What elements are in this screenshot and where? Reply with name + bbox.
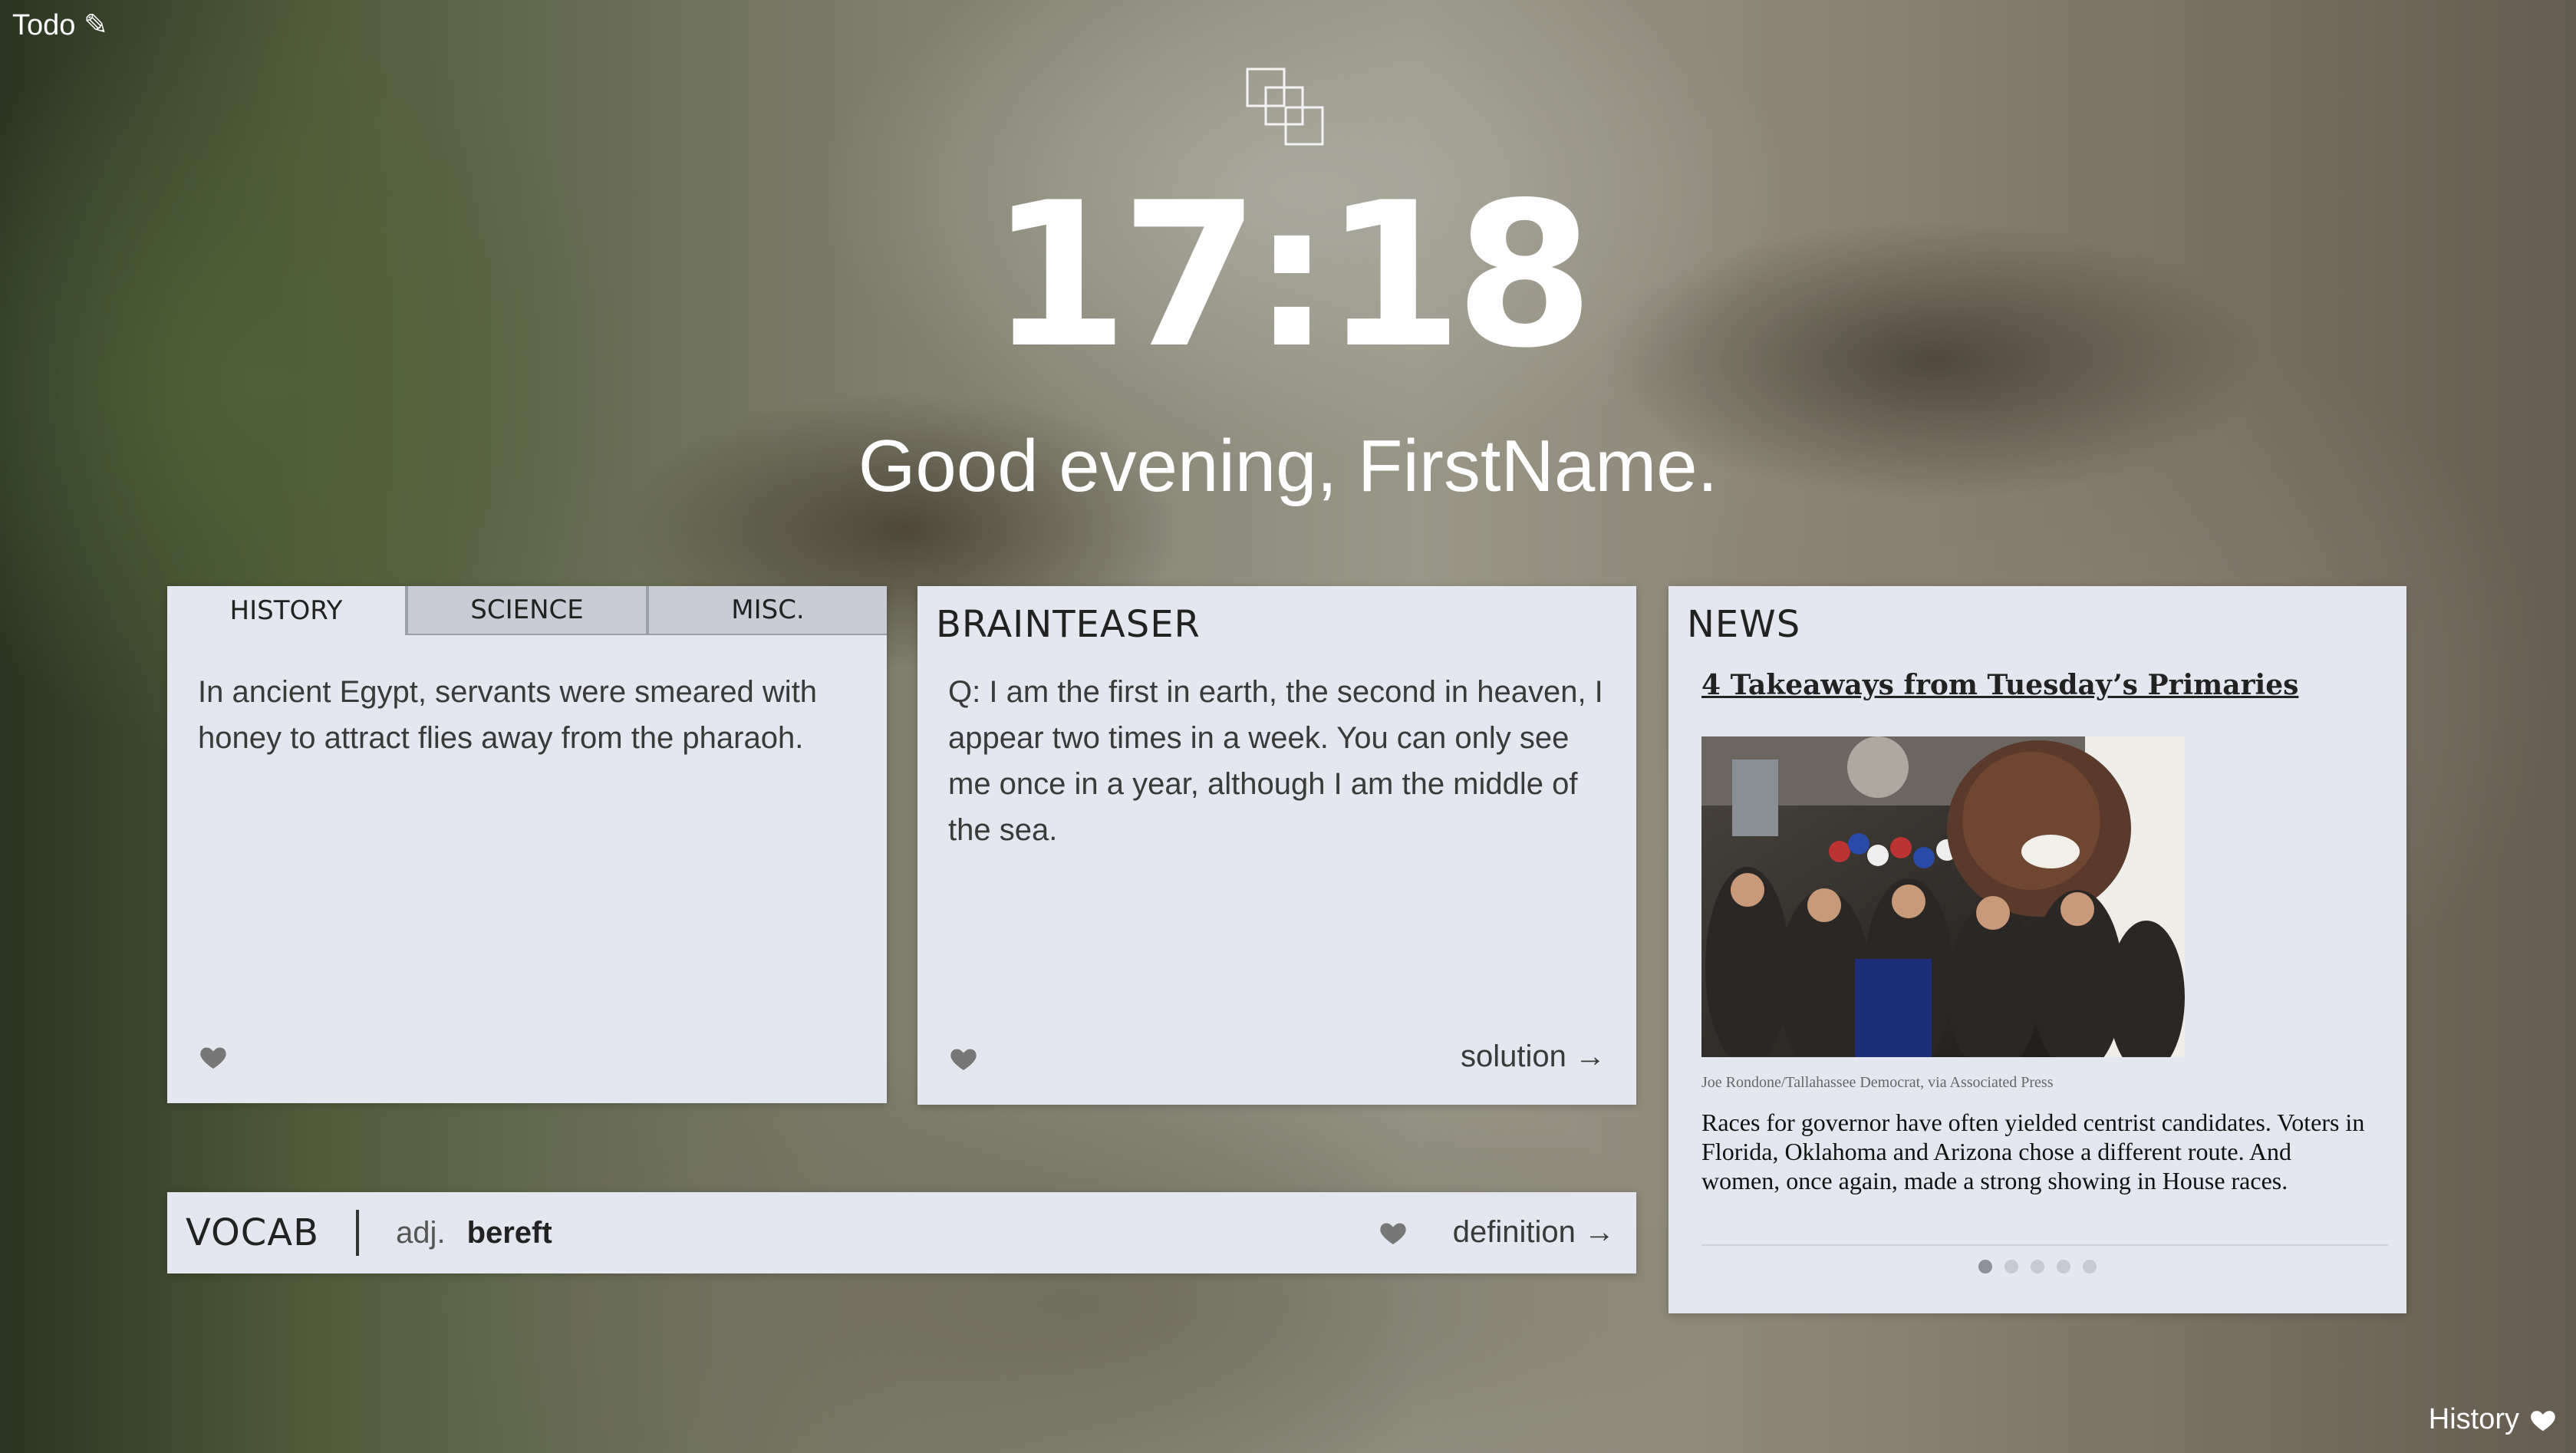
todo-button[interactable]: Todo ✎ <box>12 8 108 42</box>
todo-label: Todo <box>12 9 76 41</box>
heart-icon <box>2531 1410 2555 1431</box>
logo-icon <box>1246 68 1324 146</box>
brainteaser-title: BRAINTEASER <box>936 603 1201 646</box>
news-page-dot[interactable] <box>1978 1260 1992 1273</box>
tab-science[interactable]: SCIENCE <box>405 586 646 635</box>
news-summary: Races for governor have often yielded ce… <box>1701 1109 2365 1194</box>
news-title: NEWS <box>1687 603 1801 646</box>
brainteaser-question: Q: I am the first in earth, the second i… <box>948 675 1603 847</box>
news-photo[interactable] <box>1701 736 2185 1057</box>
solution-button[interactable]: solution → <box>1461 1040 1606 1074</box>
definition-button[interactable]: definition → <box>1453 1215 1615 1250</box>
facts-tabs: HISTORY SCIENCE MISC. <box>167 586 887 635</box>
favorite-brainteaser-heart-icon[interactable] <box>948 1043 979 1074</box>
news-page-dot[interactable] <box>2057 1260 2070 1273</box>
news-headline-link[interactable]: 4 Takeaways from Tuesday’s Primaries <box>1701 669 2298 701</box>
facts-card: HISTORY SCIENCE MISC. In ancient Egypt, … <box>167 586 887 1103</box>
vocab-part-of-speech: adj. <box>396 1215 446 1250</box>
tab-history[interactable]: HISTORY <box>167 586 405 635</box>
news-page-dot[interactable] <box>2083 1260 2097 1273</box>
news-page-dot[interactable] <box>2031 1260 2044 1273</box>
clock-time: 17:18 <box>990 160 1594 392</box>
news-card: NEWS 4 Takeaways from Tuesday’s Primarie… <box>1668 586 2406 1313</box>
favorite-vocab-heart-icon[interactable] <box>1378 1217 1408 1248</box>
news-divider <box>1701 1244 2388 1246</box>
vocab-title: VOCAB <box>186 1211 320 1254</box>
pencil-icon: ✎ <box>83 9 108 41</box>
news-pagination <box>1668 1260 2406 1273</box>
brainteaser-card: BRAINTEASER Q: I am the first in earth, … <box>917 586 1636 1105</box>
fact-text: In ancient Egypt, servants were smeared … <box>198 675 818 755</box>
vocab-card: VOCAB adj. bereft definition → <box>167 1192 1636 1273</box>
news-photo-credit: Joe Rondone/Tallahassee Democrat, via As… <box>1701 1074 2054 1091</box>
tab-misc[interactable]: MISC. <box>646 586 887 635</box>
history-label: History <box>2428 1403 2519 1435</box>
vocab-divider <box>356 1210 360 1256</box>
history-button[interactable]: History <box>2429 1403 2558 1436</box>
vocab-word: bereft <box>466 1215 552 1250</box>
greeting-text: Good evening, FirstName. <box>858 425 1718 507</box>
favorite-fact-heart-icon[interactable] <box>198 1042 229 1072</box>
news-page-dot[interactable] <box>2004 1260 2018 1273</box>
